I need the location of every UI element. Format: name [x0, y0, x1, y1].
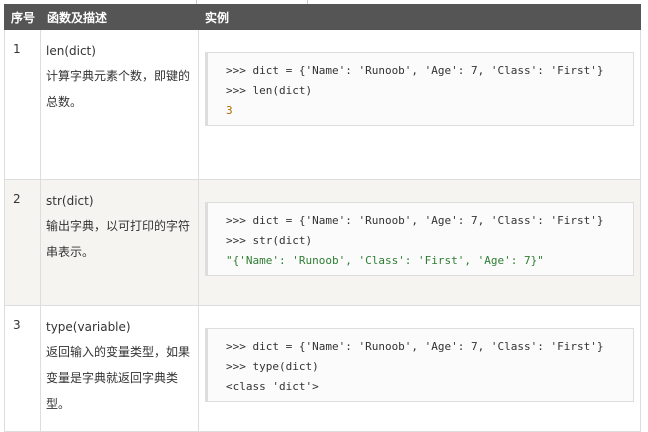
function-name: type(variable) [46, 320, 131, 334]
code-output: "{'Name': 'Runoob', 'Class': 'First', 'A… [226, 254, 544, 267]
function-name: str(dict) [46, 194, 94, 208]
code-output: 3 [226, 104, 233, 117]
code-line: >>> str(dict) [226, 234, 313, 247]
row-number: 1 [4, 29, 41, 180]
example-cell: >>> dict = {'Name': 'Runoob', 'Age': 7, … [198, 179, 641, 306]
function-name: len(dict) [46, 44, 96, 58]
code-line: >>> dict = {'Name': 'Runoob', 'Age': 7, … [226, 214, 604, 227]
code-line: >>> type(dict) [226, 360, 319, 373]
header-num: 序号 [4, 4, 41, 30]
function-description: 返回输入的变量类型，如果变量是字典就返回字典类型。 [46, 345, 191, 411]
example-cell: >>> dict = {'Name': 'Runoob', 'Age': 7, … [198, 29, 641, 180]
table-row: 1 len(dict) 计算字典元素个数，即键的总数。 >>> dict = {… [4, 29, 641, 180]
row-number: 2 [4, 179, 41, 306]
function-cell: len(dict) 计算字典元素个数，即键的总数。 [40, 29, 199, 180]
function-description: 输出字典，以可打印的字符串表示。 [46, 219, 191, 259]
code-line: >>> len(dict) [226, 84, 313, 97]
example-cell: >>> dict = {'Name': 'Runoob', 'Age': 7, … [198, 305, 641, 432]
header-example: 实例 [198, 4, 641, 30]
code-output: <class 'dict'> [226, 380, 319, 393]
function-description: 计算字典元素个数，即键的总数。 [46, 69, 191, 109]
code-line: >>> dict = {'Name': 'Runoob', 'Age': 7, … [226, 64, 604, 77]
table-header-row: 序号 函数及描述 实例 [4, 4, 641, 30]
code-line: >>> dict = {'Name': 'Runoob', 'Age': 7, … [226, 340, 604, 353]
table-row: 3 type(variable) 返回输入的变量类型，如果变量是字典就返回字典类… [4, 305, 641, 432]
header-function: 函数及描述 [40, 4, 199, 30]
code-block[interactable]: >>> dict = {'Name': 'Runoob', 'Age': 7, … [205, 52, 634, 126]
table-row: 2 str(dict) 输出字典，以可打印的字符串表示。 >>> dict = … [4, 179, 641, 306]
function-cell: str(dict) 输出字典，以可打印的字符串表示。 [40, 179, 199, 306]
row-number: 3 [4, 305, 41, 432]
code-block[interactable]: >>> dict = {'Name': 'Runoob', 'Age': 7, … [205, 328, 634, 402]
dict-functions-table: 序号 函数及描述 实例 1 len(dict) 计算字典元素个数，即键的总数。 … [4, 4, 641, 432]
code-block[interactable]: >>> dict = {'Name': 'Runoob', 'Age': 7, … [205, 202, 634, 276]
function-cell: type(variable) 返回输入的变量类型，如果变量是字典就返回字典类型。 [40, 305, 199, 432]
